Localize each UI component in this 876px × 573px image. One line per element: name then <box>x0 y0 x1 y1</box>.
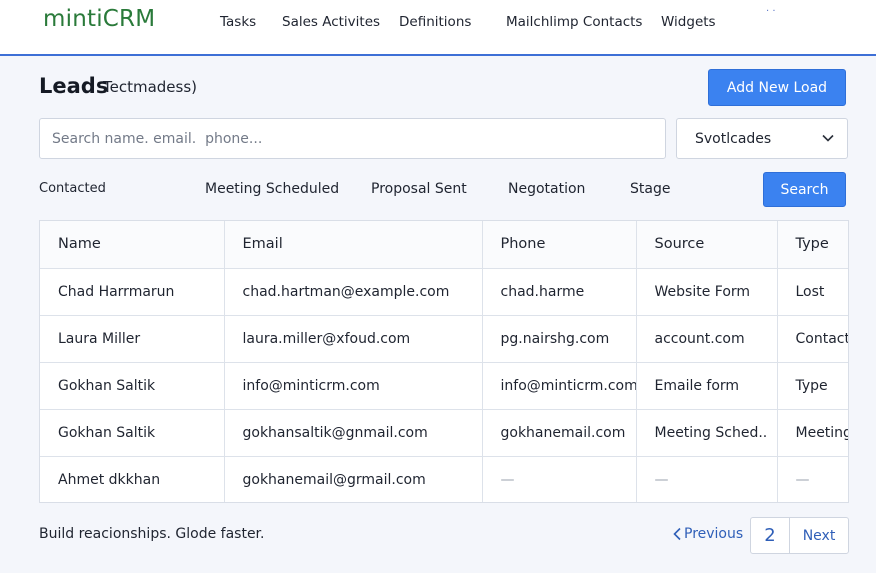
cell-email: chad.hartman@example.com <box>224 268 483 316</box>
footer-tagline: Build reacionships. Glode faster. <box>39 526 265 542</box>
filter-meeting-scheduled[interactable]: Meeting Scheduled <box>205 181 339 197</box>
table-header-row: Name Email Phone Source Type <box>40 221 848 269</box>
cell-name: Gokhan Saltik <box>40 409 225 457</box>
nav-tasks[interactable]: Tasks <box>220 14 256 30</box>
search-button[interactable]: Search <box>763 172 846 207</box>
status-select[interactable]: Svotlcades <box>676 118 848 159</box>
table-row[interactable]: Laura Miller laura.miller@xfoud.com pg.n… <box>40 315 848 363</box>
status-select-value: Svotlcades <box>695 130 772 147</box>
column-header-phone[interactable]: Phone <box>482 221 637 269</box>
cell-type: Type <box>777 362 848 410</box>
cell-phone: — <box>482 456 637 502</box>
cell-phone: gokhanemail.com <box>482 409 637 457</box>
nav-mailchimp-contacts[interactable]: Mailchlimp Contacts <box>506 14 642 30</box>
filter-contacted[interactable]: Contacted <box>39 181 106 196</box>
table-row[interactable]: Chad Harrmarun chad.hartman@example.com … <box>40 268 848 316</box>
cell-type: Lost <box>777 268 848 316</box>
search-input[interactable] <box>39 118 666 159</box>
cell-email: gokhansaltik@gnmail.com <box>224 409 483 457</box>
cell-type: Contact. <box>777 315 848 363</box>
nav-sales-activities[interactable]: Sales Activites <box>282 14 380 30</box>
column-header-source[interactable]: Source <box>636 221 778 269</box>
cell-phone: info@minticrm.com <box>482 362 637 410</box>
column-header-email[interactable]: Email <box>224 221 483 269</box>
nav-overflow-dots[interactable]: · · <box>766 6 776 17</box>
chevron-down-icon <box>822 134 834 142</box>
cell-name: Chad Harrmarun <box>40 268 225 316</box>
top-navbar: mintiCRM Tasks Sales Activites Definitio… <box>0 0 876 56</box>
cell-source: account.com <box>636 315 778 363</box>
filter-stage[interactable]: Stage <box>630 181 670 197</box>
cell-phone: chad.harme <box>482 268 637 316</box>
chevron-left-icon <box>673 527 681 541</box>
page-title: Leads <box>39 74 109 98</box>
table-row[interactable]: Ahmet dkkhan gokhanemail@grmail.com — — … <box>40 456 848 502</box>
cell-email: info@minticrm.com <box>224 362 483 410</box>
previous-label: Previous <box>684 526 744 542</box>
cell-type: — <box>795 471 810 488</box>
column-header-type[interactable]: Type <box>777 221 848 269</box>
table-row[interactable]: Gokhan Saltik info@minticrm.com info@min… <box>40 362 848 410</box>
leads-table: Name Email Phone Source Type Chad Harrma… <box>39 220 849 503</box>
cell-email: gokhanemail@grmail.com <box>224 456 483 502</box>
next-page-button[interactable]: Next <box>789 517 849 554</box>
cell-source: Website Form <box>636 268 778 316</box>
cell-name: Ahmet dkkhan <box>40 456 225 502</box>
cell-type: Meeting <box>777 409 848 457</box>
cell-phone: pg.nairshg.com <box>482 315 637 363</box>
nav-definitions[interactable]: Definitions <box>399 14 471 30</box>
page-subtitle: Tectmadess) <box>103 78 198 96</box>
cell-name: Laura Miller <box>40 315 225 363</box>
app-logo[interactable]: mintiCRM <box>43 6 155 32</box>
cell-source: Meeting Sched.. <box>636 409 778 457</box>
column-header-name[interactable]: Name <box>40 221 225 269</box>
cell-source: Emaile form <box>636 362 778 410</box>
previous-page-link[interactable]: Previous <box>672 526 743 542</box>
filter-proposal-sent[interactable]: Proposal Sent <box>371 181 467 197</box>
current-page-number[interactable]: 2 <box>750 517 790 554</box>
table-row[interactable]: Gokhan Saltik gokhansaltik@gnmail.com go… <box>40 409 848 457</box>
add-new-lead-button[interactable]: Add New Load <box>708 69 846 106</box>
filter-negotiation[interactable]: Negotation <box>508 181 585 197</box>
cell-email: laura.miller@xfoud.com <box>224 315 483 363</box>
cell-source: — <box>636 456 778 502</box>
cell-name: Gokhan Saltik <box>40 362 225 410</box>
nav-widgets[interactable]: Widgets <box>661 14 716 30</box>
